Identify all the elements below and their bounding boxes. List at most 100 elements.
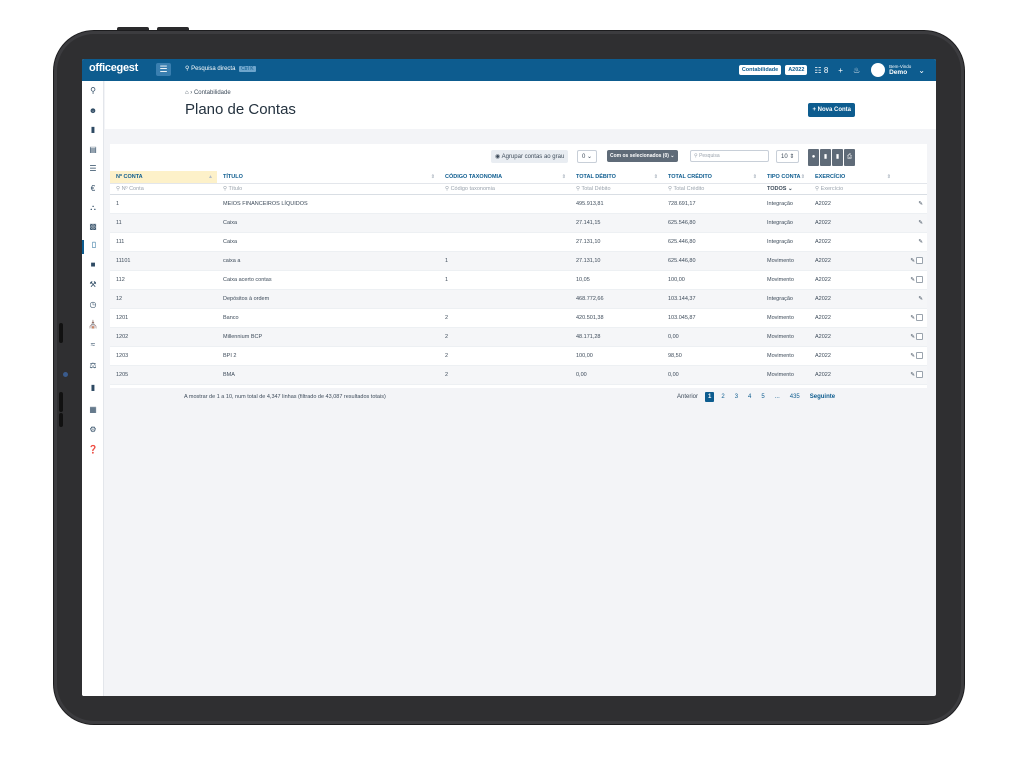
year-chip[interactable]: A2022 (785, 65, 808, 75)
edit-icon[interactable]: ✎ (910, 372, 915, 378)
tax-icon[interactable]: ⚖ (82, 361, 104, 370)
selected-actions-button[interactable]: Com os selecionados (0) ⌄ (607, 150, 678, 162)
row-checkbox[interactable] (916, 257, 923, 264)
truck-icon[interactable]: ■ (82, 260, 104, 269)
col-header-titulo[interactable]: TÍTULO ⇕ (217, 171, 439, 184)
cell-credito: 0,00 (662, 327, 761, 347)
filter-credito[interactable]: ⚲ Total Crédito (662, 183, 761, 195)
col-header-taxonomia[interactable]: CÓDIGO TAXONOMIA ⇕ (439, 171, 570, 184)
cart-icon[interactable]: ⛬ (82, 203, 104, 213)
pagination-page[interactable]: 5 (758, 392, 767, 402)
chevron-down-icon[interactable]: ⌄ (915, 66, 928, 75)
col-header-exercicio[interactable]: EXERCÍCIO ⇕ (809, 171, 895, 184)
edit-icon[interactable]: ✎ (918, 239, 923, 245)
camera (63, 372, 68, 377)
filter-conta[interactable]: ⚲ Nº Conta (110, 183, 217, 195)
document-icon[interactable]: ▮ (820, 149, 831, 166)
edit-icon[interactable]: ✎ (918, 201, 923, 207)
group-level-select[interactable]: 0 ⌄ (577, 150, 598, 163)
filter-debito[interactable]: ⚲ Total Débito (570, 183, 662, 195)
pagination-page[interactable]: 4 (745, 392, 754, 402)
group-label-text: Agrupar contas ao grau (501, 154, 565, 160)
menu-toggle-button[interactable]: ☰ (156, 63, 171, 76)
breadcrumb-item[interactable]: Contabilidade (194, 90, 231, 96)
cell-debito: 495.913,81 (570, 194, 662, 214)
chart-icon[interactable]: ▤ (82, 145, 104, 154)
pagination-page[interactable]: 1 (705, 392, 715, 402)
cell-debito: 420.501,38 (570, 308, 662, 328)
edit-icon[interactable]: ✎ (910, 334, 915, 340)
module-chip[interactable]: Contabilidade (738, 65, 782, 75)
plus-icon[interactable]: + (835, 66, 846, 75)
col-header-credito[interactable]: TOTAL CRÉDITO ⇕ (662, 171, 761, 184)
table-row[interactable]: 111 Caixa 27.131,10 625.446,80 Integração A20… (110, 232, 927, 252)
table-row[interactable]: 112 Caixa acerto contas 1 10,05 100,00 Movime… (110, 270, 927, 290)
search-icon[interactable]: ⚲ (82, 86, 104, 95)
settings-icon[interactable]: ⚙ (82, 425, 104, 434)
pagination-page[interactable]: 3 (732, 392, 741, 402)
edit-icon[interactable]: ✎ (910, 315, 915, 321)
grid-menu-icon[interactable]: ☷ 8 (811, 66, 831, 75)
edit-icon[interactable]: ✎ (918, 220, 923, 226)
chevron-down-icon: ⌄ (788, 185, 793, 192)
pagination-next[interactable]: Seguinte (807, 392, 838, 402)
edit-icon[interactable]: ✎ (918, 296, 923, 302)
filter-exercicio[interactable]: ⚲ Exercício (809, 183, 895, 195)
org-chart-icon[interactable]: ⚒ (82, 280, 104, 289)
pagination-page[interactable]: 435 (787, 392, 803, 402)
pagination-page[interactable]: 2 (718, 392, 727, 402)
file-icon[interactable]: ▮ (832, 149, 843, 166)
table-row[interactable]: 12 Depósitos à ordem 468.772,66 103.144,37 I… (110, 289, 927, 309)
user-menu[interactable]: Bem-Vindo Demo (889, 64, 911, 76)
file-icon[interactable]: ▮ (82, 383, 104, 392)
print-icon[interactable]: ⎙ (844, 149, 855, 166)
table-row[interactable]: 1205 BMA 2 0,00 0,00 Movimento A2022 ✎ (110, 365, 927, 385)
pagination-prev[interactable]: Anterior (674, 392, 701, 402)
document-icon[interactable]: ▯ (82, 240, 104, 254)
table-row[interactable]: 1202 Millennium BCP 2 48.171,28 0,00 Moviment… (110, 327, 927, 347)
avatar[interactable] (871, 63, 886, 77)
edit-icon[interactable]: ✎ (910, 353, 915, 359)
col-header-conta[interactable]: Nº CONTA ▲ (110, 171, 217, 184)
cell-titulo: Banco (217, 308, 439, 328)
table-row[interactable]: 1 MEIOS FINANCEIROS LÍQUIDOS 495.913,81 728… (110, 194, 927, 214)
help-icon[interactable]: ❓ (82, 445, 104, 454)
search-input[interactable]: ⚲ Pesquisa (690, 150, 769, 162)
col-header-debito[interactable]: TOTAL DÉBITO ⇕ (570, 171, 662, 184)
direct-search-button[interactable]: ⚲ Pesquisa directa Ctrl K (185, 65, 256, 72)
row-checkbox[interactable] (916, 352, 923, 359)
table-row[interactable]: 1201 Banco 2 420.501,38 103.045,87 Movimento A… (110, 308, 927, 328)
money-icon[interactable]: ▩ (82, 222, 104, 231)
filter-taxonomia[interactable]: ⚲ Código taxonomia (439, 183, 570, 195)
list-icon[interactable]: ☰ (82, 164, 104, 173)
row-checkbox[interactable] (916, 333, 923, 340)
table-icon[interactable]: ▦ (82, 405, 104, 414)
table-row[interactable]: 11101 caixa a 1 27.131,10 625.446,80 Moviment… (110, 251, 927, 271)
home-icon[interactable]: ⌂ (185, 90, 189, 96)
bank-icon[interactable]: ⛪ (82, 320, 104, 329)
cell-debito: 100,00 (570, 346, 662, 366)
filter-titulo[interactable]: ⚲ Título (217, 183, 439, 195)
bell-icon[interactable]: ♨ (850, 66, 863, 75)
row-checkbox[interactable] (916, 371, 923, 378)
chevron-right-icon: › (190, 90, 193, 96)
cell-exercicio: A2022 (809, 365, 895, 385)
col-header-tipo[interactable]: TIPO CONTA ⇕ (761, 171, 809, 184)
row-checkbox[interactable] (916, 276, 923, 283)
book-icon[interactable]: ▮ (82, 125, 104, 134)
comment-icon[interactable]: ● (808, 149, 819, 166)
cell-exercicio: A2022 (809, 270, 895, 290)
table-row[interactable]: 11 Caixa 27.141,15 625.546,80 Integração A202… (110, 213, 927, 233)
page-size-select[interactable]: 10 ⇕ (776, 150, 800, 163)
table-row[interactable]: 1203 BPI 2 2 100,00 98,50 Movimento A2022 ✎ (110, 346, 927, 366)
clock-icon[interactable]: ◷ (82, 300, 104, 309)
euro-icon[interactable]: € (82, 184, 104, 193)
row-checkbox[interactable] (916, 314, 923, 321)
analysis-icon[interactable]: ≈ (82, 340, 104, 349)
filter-tipo-select[interactable]: TODOS ⌄ (761, 183, 809, 195)
edit-icon[interactable]: ✎ (910, 258, 915, 264)
users-icon[interactable]: ☻ (82, 106, 104, 115)
table-header-row: Nº CONTA ▲ TÍTULO ⇕ CÓDIGO TAXONOMIA ⇕ TOTA… (110, 171, 927, 184)
edit-icon[interactable]: ✎ (910, 277, 915, 283)
new-account-button[interactable]: + Nova Conta (808, 103, 855, 117)
